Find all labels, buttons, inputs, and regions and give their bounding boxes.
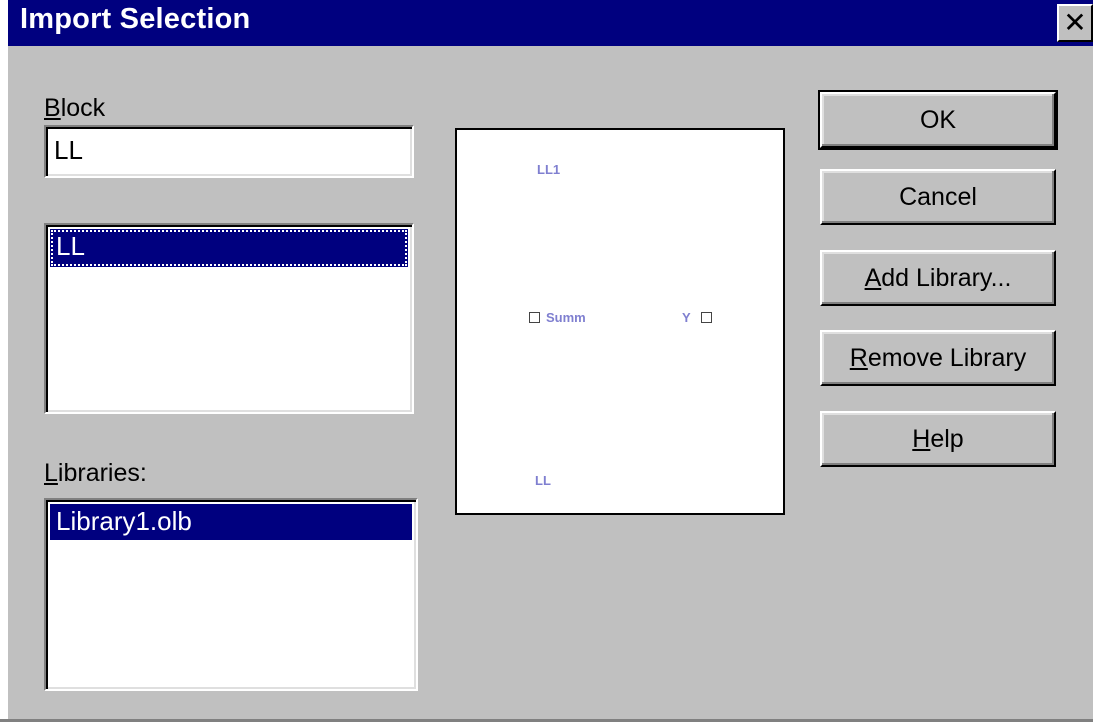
- close-button[interactable]: ✕: [1057, 4, 1093, 42]
- block-name-value: LL: [54, 135, 83, 165]
- help-button[interactable]: Help: [820, 411, 1056, 467]
- pin-square-right-icon: [701, 312, 712, 323]
- window-left-edge: [0, 0, 8, 722]
- block-list[interactable]: LL: [44, 223, 414, 414]
- block-label: Block: [44, 94, 106, 122]
- cancel-button-label: Cancel: [899, 182, 977, 211]
- libraries-list-item-selected[interactable]: Library1.olb: [50, 504, 412, 540]
- ok-button[interactable]: OK: [818, 90, 1058, 150]
- preview-pin-right-name: Y: [682, 310, 691, 325]
- preview-value-label: LL: [535, 473, 551, 488]
- block-name-input[interactable]: LL: [44, 125, 414, 178]
- part-preview: LL1 Summ Y LL: [455, 128, 785, 515]
- remove-library-button[interactable]: Remove Library: [820, 330, 1056, 386]
- remove-library-button-label: Remove Library: [849, 343, 1027, 372]
- title-bar[interactable]: Import Selection ✕: [8, 0, 1093, 46]
- help-button-label: Help: [912, 424, 964, 453]
- libraries-label: Libraries:: [44, 459, 147, 487]
- ok-button-label: OK: [919, 105, 957, 134]
- add-library-button[interactable]: Add Library...: [820, 250, 1056, 306]
- pin-square-left-icon: [529, 312, 540, 323]
- close-icon: ✕: [1063, 7, 1087, 38]
- libraries-list[interactable]: Library1.olb: [44, 498, 418, 691]
- cancel-button[interactable]: Cancel: [820, 169, 1056, 225]
- window-title: Import Selection: [20, 3, 251, 35]
- add-library-button-label: Add Library...: [864, 263, 1012, 292]
- block-list-item-selected[interactable]: LL: [50, 229, 408, 267]
- preview-pin-left-name: Summ: [546, 310, 586, 325]
- preview-reference-label: LL1: [537, 162, 561, 177]
